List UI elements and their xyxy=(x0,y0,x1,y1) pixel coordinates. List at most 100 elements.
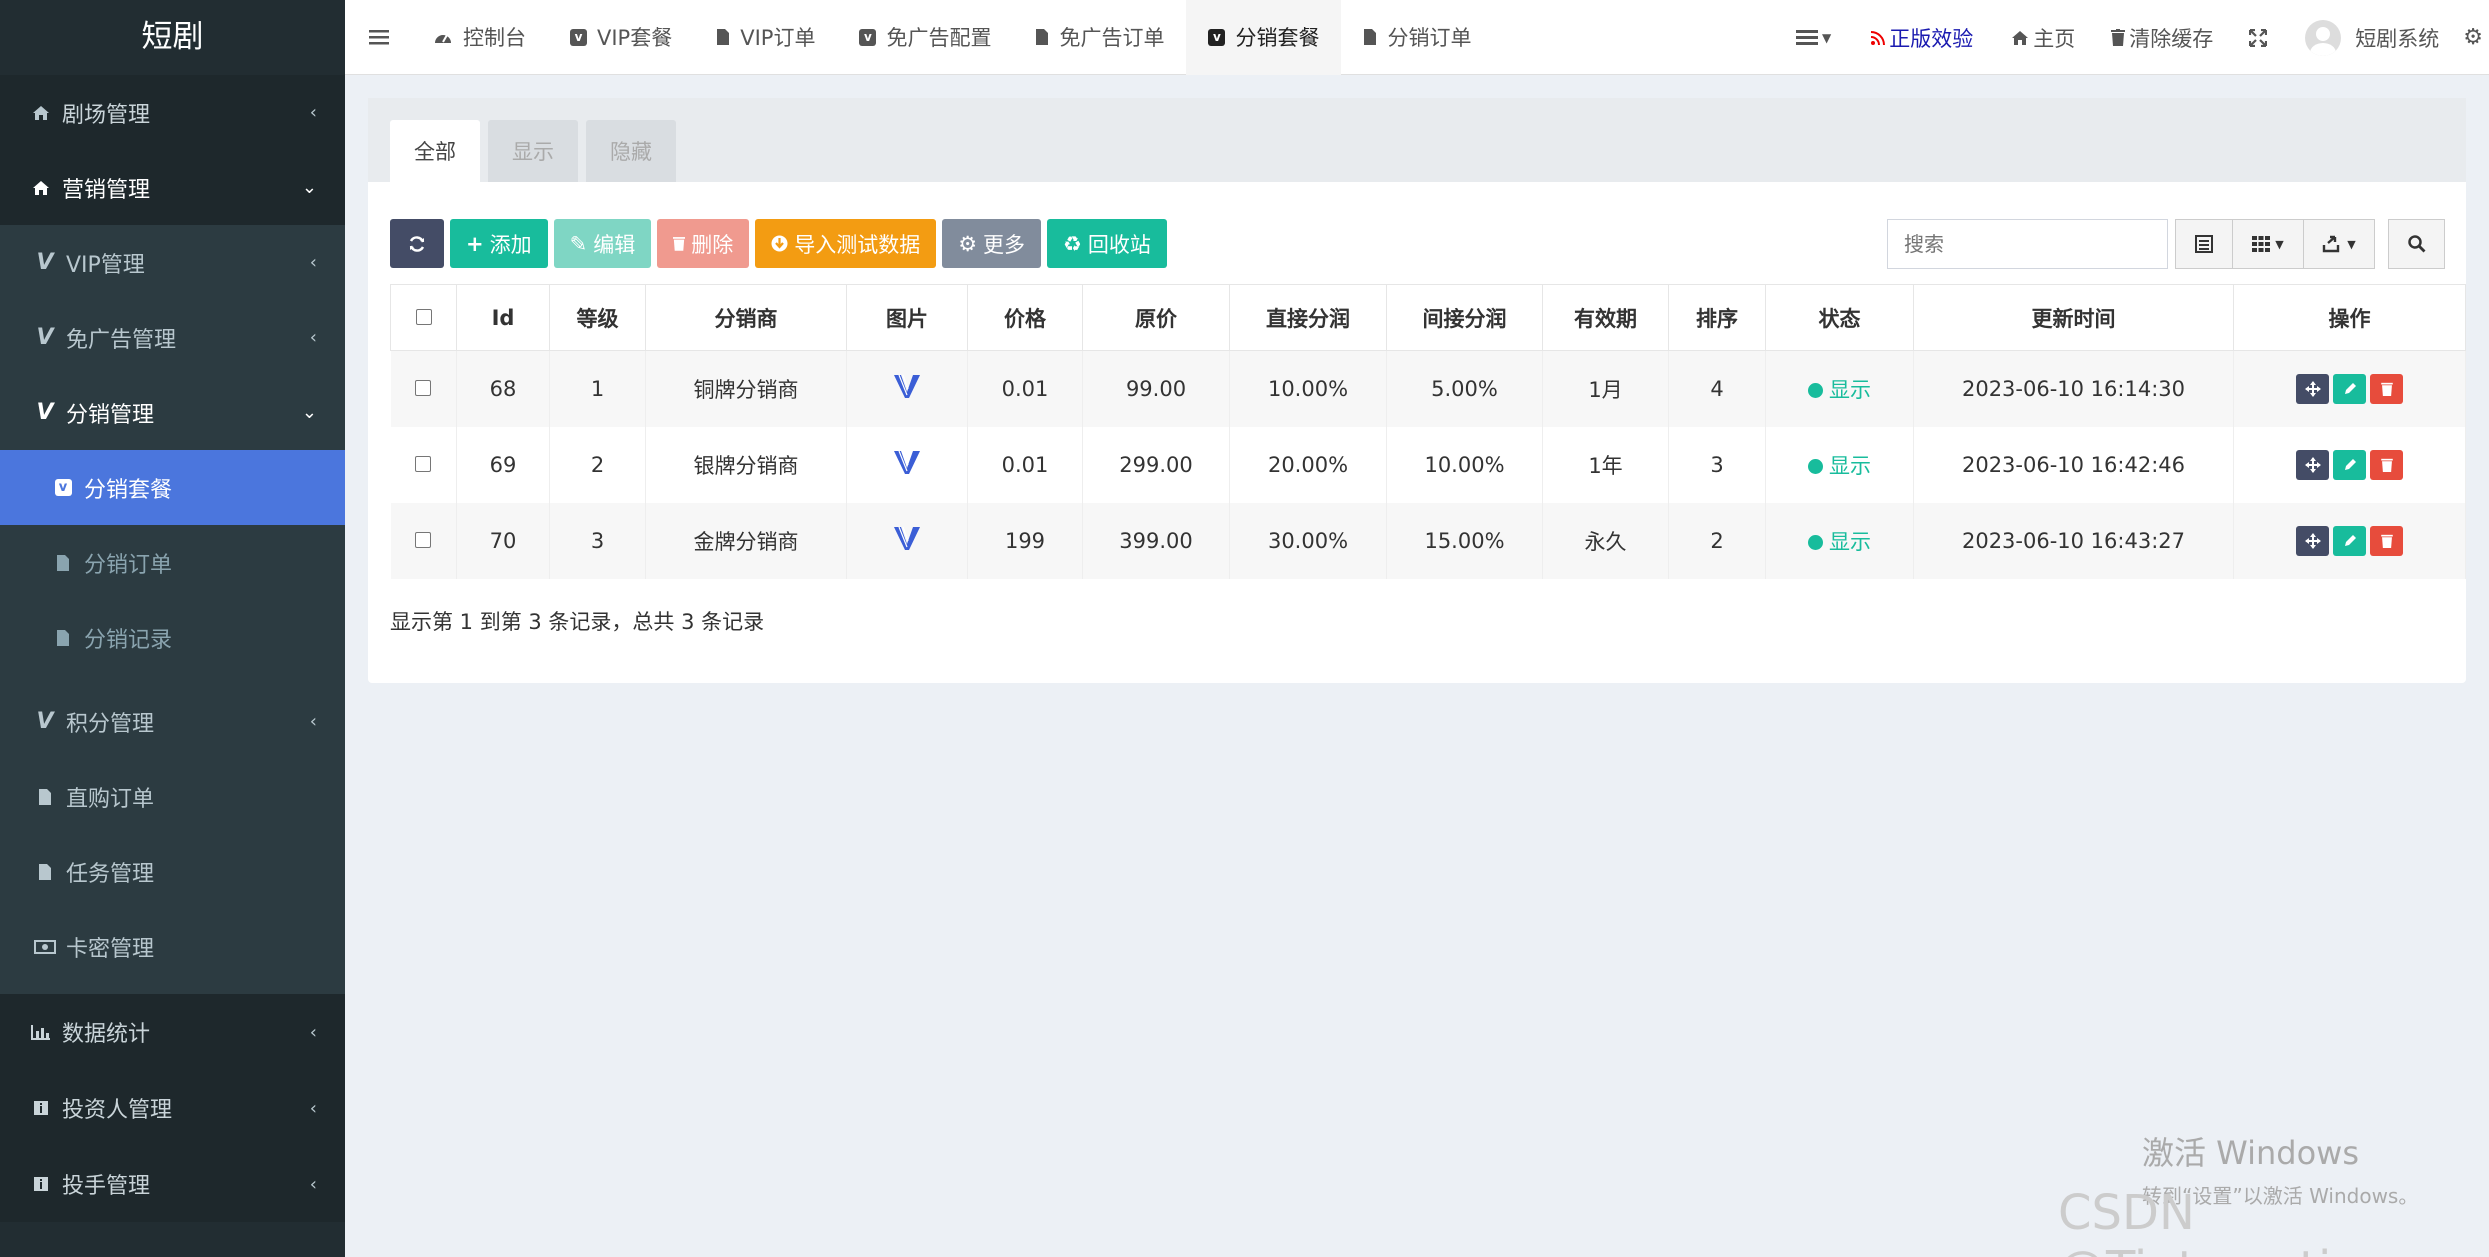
sidebar-item-noad[interactable]: V 免广告管理 ‹ xyxy=(0,300,345,375)
menu-dropdown-button[interactable]: ▼ xyxy=(1776,0,1851,75)
sidebar-toggle-button[interactable] xyxy=(345,0,411,75)
row-checkbox[interactable] xyxy=(415,379,432,396)
genuine-verify-link[interactable]: 正版效验 xyxy=(1851,0,1993,75)
cell-actions xyxy=(2233,502,2466,579)
tab-label: VIP订单 xyxy=(740,26,816,50)
sidebar-item-label: 积分管理 xyxy=(66,711,155,737)
drag-sort-button[interactable] xyxy=(2296,525,2329,556)
col-distributor[interactable]: 分销商 xyxy=(645,284,847,351)
tab-hide[interactable]: 隐藏 xyxy=(586,120,676,182)
table-row[interactable]: 69 2 银牌分销商 0.01 299.00 20.00% 10.00% 1年 3 显示 2023-… xyxy=(390,426,2466,503)
thumbnail-image[interactable] xyxy=(893,525,921,556)
delete-button[interactable]: 删除 xyxy=(657,219,750,268)
thumbnail-image[interactable] xyxy=(893,373,921,404)
tab-all[interactable]: 全部 xyxy=(390,120,480,182)
delete-row-button[interactable] xyxy=(2370,373,2403,404)
sidebar-item-statistics[interactable]: 数据统计 ‹ xyxy=(0,994,345,1070)
row-checkbox[interactable] xyxy=(415,531,432,548)
drag-sort-button[interactable] xyxy=(2296,373,2329,404)
drag-sort-button[interactable] xyxy=(2296,449,2329,480)
row-checkbox[interactable] xyxy=(415,455,432,472)
col-sort[interactable]: 排序 xyxy=(1668,284,1766,351)
sidebar-submenu: V 积分管理 ‹ 直购订单 任务管理 卡密管理 xyxy=(0,676,345,994)
cell-status: 显示 xyxy=(1765,426,1914,503)
refresh-button[interactable] xyxy=(390,219,444,268)
tab-vip-package[interactable]: v VIP套餐 xyxy=(548,0,694,75)
edit-row-button[interactable] xyxy=(2333,525,2366,556)
thumbnail-image[interactable] xyxy=(893,449,921,480)
sidebar-item-direct-order[interactable]: 直购订单 xyxy=(0,759,345,834)
delete-row-button[interactable] xyxy=(2370,449,2403,480)
user-menu[interactable]: 短剧系统 xyxy=(2285,0,2459,75)
sidebar-item-tasks[interactable]: 任务管理 xyxy=(0,834,345,909)
arrows-icon xyxy=(2304,532,2321,549)
clear-cache-button[interactable]: 清除缓存 xyxy=(2093,0,2231,75)
delete-row-button[interactable] xyxy=(2370,525,2403,556)
columns-button[interactable]: ▼ xyxy=(2232,219,2304,269)
rss-icon xyxy=(1871,30,1886,45)
col-validity[interactable]: 有效期 xyxy=(1542,284,1669,351)
home-icon xyxy=(28,178,54,198)
search-input[interactable] xyxy=(1887,219,2168,269)
tab-noad-order[interactable]: 免广告订单 xyxy=(1013,0,1186,75)
vimeo-icon: V xyxy=(36,709,54,734)
edit-row-button[interactable] xyxy=(2333,449,2366,480)
col-level[interactable]: 等级 xyxy=(549,284,646,351)
sidebar-item-distribution-record[interactable]: 分销记录 xyxy=(0,600,345,676)
col-image[interactable]: 图片 xyxy=(846,284,968,351)
tab-noad-config[interactable]: v 免广告配置 xyxy=(837,0,1013,75)
tab-vip-order[interactable]: VIP订单 xyxy=(694,0,837,75)
trash-icon xyxy=(2380,382,2393,396)
tab-dashboard[interactable]: 控制台 xyxy=(411,0,548,75)
sidebar-item-pitchers[interactable]: 投手管理 ‹ xyxy=(0,1146,345,1222)
advanced-search-button[interactable] xyxy=(2388,219,2445,269)
status-badge[interactable]: 显示 xyxy=(1808,454,1871,478)
sidebar-item-vip[interactable]: V VIP管理 ‹ xyxy=(0,225,345,300)
sidebar-item-distribution-package[interactable]: v 分销套餐 xyxy=(0,450,345,525)
edit-row-button[interactable] xyxy=(2333,373,2366,404)
status-badge[interactable]: 显示 xyxy=(1808,530,1871,554)
plus-icon: + xyxy=(466,231,484,256)
col-price[interactable]: 价格 xyxy=(967,284,1083,351)
col-status[interactable]: 状态 xyxy=(1765,284,1914,351)
edit-button[interactable]: ✎ 编辑 xyxy=(553,219,652,268)
sidebar-item-card-keys[interactable]: 卡密管理 xyxy=(0,909,345,984)
col-updated-time[interactable]: 更新时间 xyxy=(1913,284,2234,351)
sidebar-item-theater[interactable]: 剧场管理 ‹ xyxy=(0,75,345,150)
bar-chart-icon xyxy=(28,1022,54,1042)
col-original-price[interactable]: 原价 xyxy=(1082,284,1230,351)
add-button[interactable]: + 添加 xyxy=(450,219,548,268)
table-row[interactable]: 68 1 铜牌分销商 0.01 99.00 10.00% 5.00% 1月 4 显示 2023-06… xyxy=(390,350,2466,427)
brand-logo[interactable]: 短剧 xyxy=(0,0,345,75)
sidebar-item-label: VIP管理 xyxy=(66,252,145,278)
sidebar-item-points[interactable]: V 积分管理 ‹ xyxy=(0,684,345,759)
col-id[interactable]: Id xyxy=(456,284,550,351)
tab-distribution-order[interactable]: 分销订单 xyxy=(1341,0,1493,75)
sidebar-item-distribution[interactable]: V 分销管理 ⌄ xyxy=(0,375,345,450)
cell-level: 2 xyxy=(549,426,646,503)
settings-button[interactable]: ⚙ xyxy=(2459,0,2489,75)
import-test-data-button[interactable]: 导入测试数据 xyxy=(755,219,937,268)
sidebar-item-distribution-order[interactable]: 分销订单 xyxy=(0,525,345,600)
toggle-view-button[interactable] xyxy=(2175,219,2233,269)
sidebar-item-label: 分销套餐 xyxy=(84,477,173,503)
recycle-bin-button[interactable]: ♻ 回收站 xyxy=(1047,219,1167,268)
status-badge[interactable]: 显示 xyxy=(1808,378,1871,402)
sidebar-item-investors[interactable]: 投资人管理 ‹ xyxy=(0,1070,345,1146)
cell-actions xyxy=(2233,426,2466,503)
cell-level: 1 xyxy=(549,350,646,427)
more-button[interactable]: ⚙ 更多 xyxy=(942,219,1042,268)
list-alt-icon xyxy=(2195,235,2213,253)
fullscreen-button[interactable] xyxy=(2231,0,2285,75)
col-direct-share[interactable]: 直接分润 xyxy=(1229,284,1387,351)
sidebar-item-marketing[interactable]: 营销管理 ⌄ xyxy=(0,150,345,225)
col-indirect-share[interactable]: 间接分润 xyxy=(1386,284,1543,351)
tab-show[interactable]: 显示 xyxy=(488,120,578,182)
cell-level: 3 xyxy=(549,502,646,579)
table-row[interactable]: 70 3 金牌分销商 199 399.00 30.00% 15.00% 永久 2 显示 2023-0… xyxy=(390,502,2466,579)
select-all-checkbox[interactable] xyxy=(415,308,432,325)
export-button[interactable]: ▼ xyxy=(2303,219,2375,269)
cell-validity: 1年 xyxy=(1542,426,1669,503)
home-link[interactable]: 主页 xyxy=(1993,0,2093,75)
tab-distribution-package[interactable]: v 分销套餐 xyxy=(1186,0,1342,75)
